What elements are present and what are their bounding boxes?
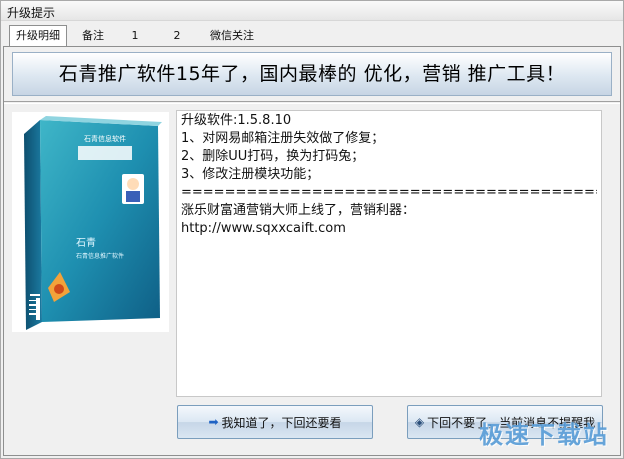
window-title: 升级提示: [1, 1, 623, 21]
tab-wechat-follow[interactable]: 微信关注: [201, 27, 263, 46]
arrow-right-icon: ➡: [208, 415, 219, 429]
message-line: 2、删除UU打码，换为打码兔；: [181, 149, 365, 164]
message-line: 升级软件:1.5.8.10: [181, 113, 292, 128]
box-subtitle: 石青信息推广软件: [76, 252, 124, 260]
remind-later-button[interactable]: ➡ 我知道了，下回还要看: [177, 405, 373, 439]
promo-banner: 石青推广软件15年了，国内最棒的 优化，营销 推广工具！: [12, 52, 612, 96]
box-title: 石青信息软件: [84, 134, 126, 143]
tab-upgrade-details[interactable]: 升级明细: [9, 25, 67, 47]
upgrade-message-box[interactable]: 升级软件:1.5.8.10 1、对网易邮箱注册失效做了修复； 2、删除UU打码，…: [176, 110, 602, 397]
message-line: ========================================…: [181, 185, 597, 200]
message-line: 3、修改注册模块功能；: [181, 167, 320, 182]
remind-later-label: 我知道了，下回还要看: [221, 415, 342, 430]
message-line: 1、对网易邮箱注册失效做了修复；: [181, 131, 385, 146]
box-name: 石青: [76, 236, 96, 249]
tab-1[interactable]: 1: [121, 27, 149, 46]
tab-2[interactable]: 2: [163, 27, 191, 46]
diamond-icon: ◈: [414, 415, 425, 429]
tab-notes[interactable]: 备注: [73, 27, 113, 46]
watermark-logo: 极速下载站: [479, 421, 609, 449]
tab-strip: 升级明细 备注 1 2 微信关注: [3, 25, 621, 47]
message-line: 涨乐财富通营销大师上线了，营销利器：: [181, 203, 416, 218]
upgrade-dialog: 升级提示 升级明细 备注 1 2 微信关注 石青推广软件15年了，国内最棒的 优…: [0, 0, 624, 459]
tab-panel: 石青推广软件15年了，国内最棒的 优化，营销 推广工具！ 石青信息软件 石青 石…: [3, 46, 621, 456]
divider: [4, 101, 620, 104]
product-box-image: 石青信息软件 石青 石青信息推广软件: [12, 112, 169, 332]
message-link[interactable]: http://www.sqxxcaift.com: [181, 220, 597, 238]
